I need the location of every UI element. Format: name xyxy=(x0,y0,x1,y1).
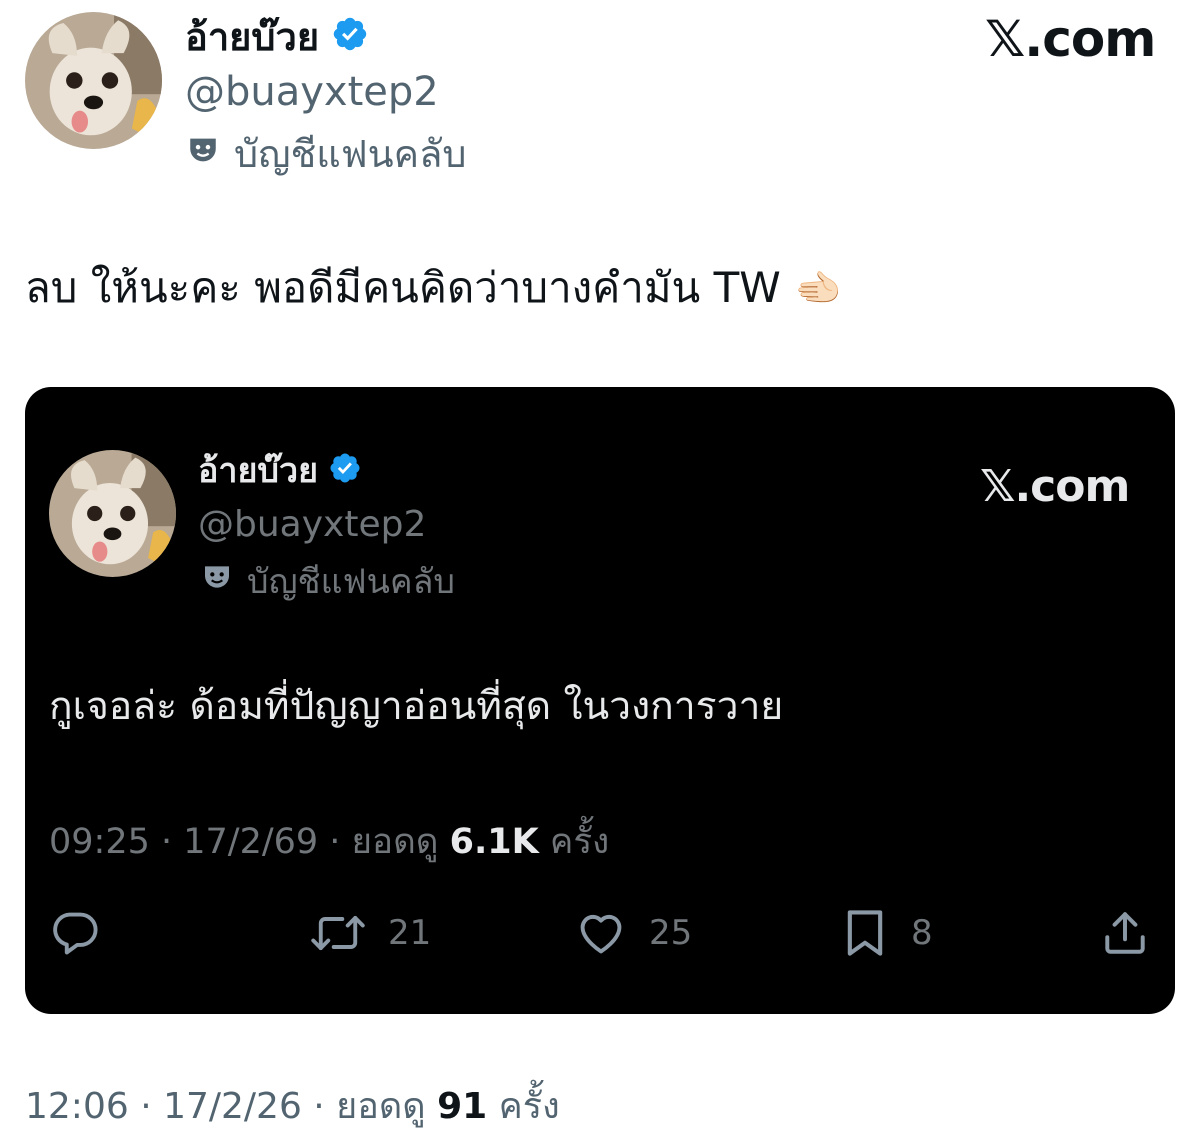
quoted-avatar[interactable] xyxy=(49,450,176,577)
retweet-icon xyxy=(310,907,366,959)
bookmark-button[interactable]: 8 xyxy=(841,907,933,959)
like-count: 25 xyxy=(649,913,693,953)
x-brand-logo: 𝕏.com xyxy=(985,10,1156,68)
verified-badge-icon xyxy=(328,451,362,489)
fan-account-label: บัญชีแฟนคลับ xyxy=(247,562,456,602)
quoted-tweet-card[interactable]: อ้ายบ๊วย @buayxtep2 บัญชีแฟนคลับ 𝕏.com ก… xyxy=(25,387,1175,1014)
fan-account-badge: บัญชีแฟนคลับ xyxy=(201,558,455,606)
tweet-text-content: ลบ ให้นะคะ พอดีมีคนคิดว่าบางคำมัน TW xyxy=(25,263,781,312)
view-suffix: ครั้ง xyxy=(487,1086,560,1127)
quoted-tweet-text: กูเจอล่ะ ด้อมที่ปัญญาอ่อนที่สุด ในวงการว… xyxy=(49,684,784,729)
tweet-meta: 12:06 · 17/2/26 · ยอดดู 91 ครั้ง xyxy=(25,1082,560,1132)
fan-mask-icon xyxy=(201,558,233,606)
fan-account-label: บัญชีแฟนคลับ xyxy=(234,132,467,176)
quoted-author-name-row: อ้ายบ๊วย xyxy=(198,445,362,495)
reply-icon xyxy=(49,907,101,959)
view-count: 91 xyxy=(437,1086,488,1127)
retweet-button[interactable]: 21 xyxy=(310,907,431,959)
quoted-display-name[interactable]: อ้ายบ๊วย xyxy=(198,443,318,497)
timestamp[interactable]: 12:06 · 17/2/26 · ยอดดู xyxy=(25,1086,437,1127)
verified-badge-icon xyxy=(331,15,369,57)
hand-emoji: 🫲🏻 xyxy=(794,266,843,310)
dog-avatar-image xyxy=(49,450,176,577)
author-name-row: อ้ายบ๊วย xyxy=(185,8,369,64)
quoted-view-count: 6.1K xyxy=(449,822,539,862)
reply-button[interactable] xyxy=(49,907,101,959)
x-brand-logo: 𝕏.com xyxy=(980,461,1130,512)
bookmark-icon xyxy=(841,907,889,959)
tweet-text: ลบ ให้นะคะ พอดีมีคนคิดว่าบางคำมัน TW 🫲🏻 xyxy=(25,258,842,318)
like-button[interactable]: 25 xyxy=(575,907,692,959)
quoted-view-suffix: ครั้ง xyxy=(538,822,610,862)
display-name[interactable]: อ้ายบ๊วย xyxy=(185,6,319,67)
like-icon xyxy=(575,907,627,959)
dog-avatar-image xyxy=(25,12,162,149)
quoted-author-handle[interactable]: @buayxtep2 xyxy=(198,501,426,549)
fan-mask-icon xyxy=(186,128,220,180)
retweet-count: 21 xyxy=(388,913,432,953)
author-handle[interactable]: @buayxtep2 xyxy=(185,66,439,118)
avatar[interactable] xyxy=(25,12,162,149)
share-icon xyxy=(1100,907,1150,959)
bookmark-count: 8 xyxy=(911,913,933,953)
quoted-tweet-meta: 09:25 · 17/2/69 · ยอดดู 6.1K ครั้ง xyxy=(49,817,609,867)
share-button[interactable] xyxy=(1100,907,1150,959)
quoted-timestamp[interactable]: 09:25 · 17/2/69 · ยอดดู xyxy=(49,822,450,862)
fan-account-badge: บัญชีแฟนคลับ xyxy=(186,128,467,180)
